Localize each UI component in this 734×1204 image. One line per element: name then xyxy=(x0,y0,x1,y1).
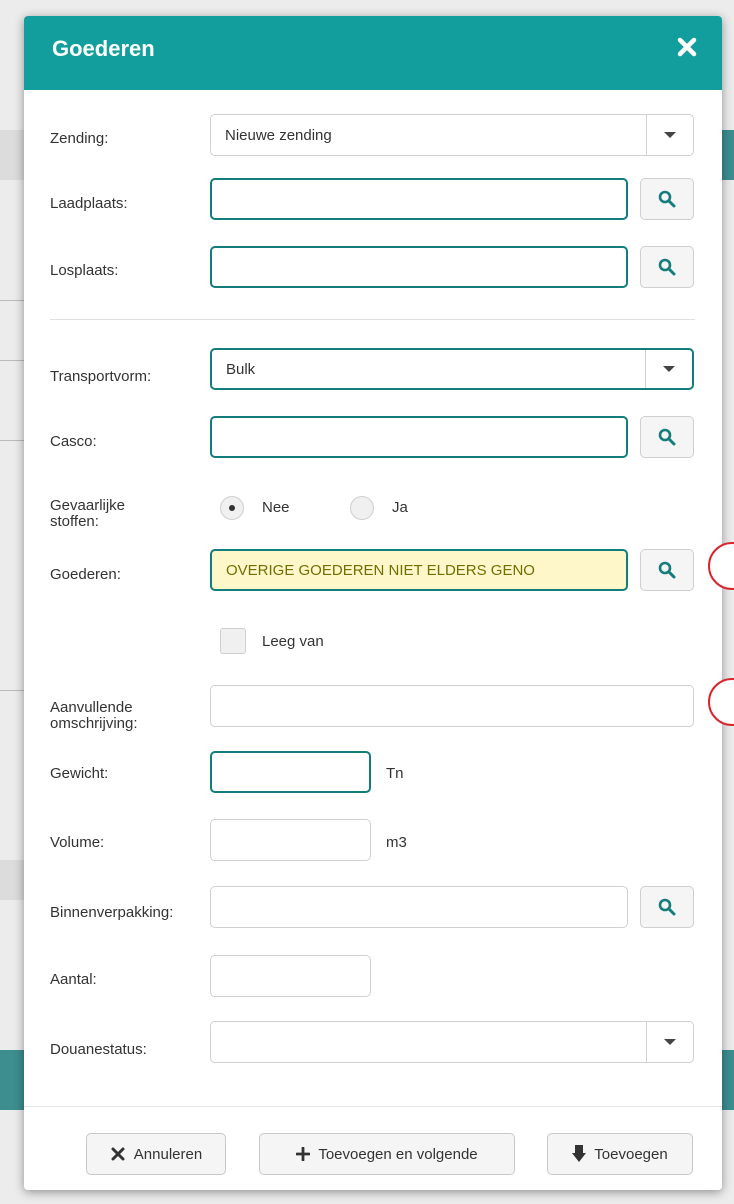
losplaats-input[interactable] xyxy=(210,246,628,288)
dialog-header: Goederen xyxy=(24,16,722,90)
zending-select[interactable]: Nieuwe zending xyxy=(210,114,694,156)
goederen-input[interactable] xyxy=(210,549,628,591)
transportvorm-dropdown-toggle[interactable] xyxy=(645,350,692,388)
background-divider xyxy=(0,440,24,441)
search-icon xyxy=(658,898,676,916)
zending-label: Zending: xyxy=(50,130,109,147)
losplaats-label: Losplaats: xyxy=(50,262,119,279)
radio-nee[interactable] xyxy=(220,496,244,520)
binnenverpakking-input[interactable] xyxy=(210,886,628,928)
laadplaats-label: Laadplaats: xyxy=(50,195,128,212)
close-x-icon xyxy=(111,1147,125,1161)
background-divider xyxy=(0,690,24,691)
chevron-down-icon xyxy=(664,132,676,138)
gewicht-label: Gewicht: xyxy=(50,765,109,782)
casco-label: Casco: xyxy=(50,433,97,450)
gevaarlijke-stoffen-label: Gevaarlijke stoffen: xyxy=(50,497,126,530)
plus-icon xyxy=(296,1147,311,1161)
goederen-dialog: Goederen Zending: Nieuwe zending Laadpla… xyxy=(24,16,722,1190)
leeg-van-label: Leeg van xyxy=(262,633,324,650)
chevron-down-icon xyxy=(664,1039,676,1045)
douanestatus-label: Douanestatus: xyxy=(50,1041,147,1058)
casco-search-button[interactable] xyxy=(640,416,694,458)
background-fragment xyxy=(722,1050,734,1110)
zending-dropdown-toggle[interactable] xyxy=(646,115,693,155)
background-fragment xyxy=(0,1050,24,1110)
add-and-next-button[interactable]: Toevoegen en volgende xyxy=(259,1133,515,1175)
radio-ja-label: Ja xyxy=(392,499,408,516)
search-icon xyxy=(658,190,676,208)
dialog-title: Goederen xyxy=(52,36,155,61)
download-arrow-icon xyxy=(572,1145,587,1162)
douanestatus-select[interactable] xyxy=(210,1021,694,1063)
transportvorm-selected-value: Bulk xyxy=(226,360,256,378)
leeg-van-checkbox[interactable] xyxy=(220,628,246,654)
aantal-label: Aantal: xyxy=(50,971,97,988)
gewicht-unit: Tn xyxy=(386,765,404,782)
background-fragment xyxy=(722,130,734,180)
casco-input[interactable] xyxy=(210,416,628,458)
zending-selected-value: Nieuwe zending xyxy=(225,126,332,144)
background-fragment xyxy=(0,130,24,180)
background-divider xyxy=(0,360,24,361)
volume-input[interactable] xyxy=(210,819,371,861)
volume-label: Volume: xyxy=(50,834,105,851)
cancel-button-label: Annuleren xyxy=(133,1145,203,1163)
radio-nee-label: Nee xyxy=(262,499,290,516)
gewicht-input[interactable] xyxy=(210,751,371,793)
laadplaats-search-button[interactable] xyxy=(640,178,694,220)
search-icon xyxy=(658,561,676,579)
chevron-down-icon xyxy=(663,366,675,372)
transportvorm-select[interactable]: Bulk xyxy=(210,348,694,390)
background-fragment xyxy=(0,860,24,900)
transportvorm-label: Transportvorm: xyxy=(50,368,152,385)
search-icon xyxy=(658,258,676,276)
volume-unit: m3 xyxy=(386,834,407,851)
dialog-footer: Annuleren Toevoegen en volgende Toevoege… xyxy=(24,1106,722,1190)
add-button[interactable]: Toevoegen xyxy=(547,1133,693,1175)
radio-ja[interactable] xyxy=(350,496,374,520)
goederen-label: Goederen: xyxy=(50,566,121,583)
laadplaats-input[interactable] xyxy=(210,178,628,220)
cancel-button[interactable]: Annuleren xyxy=(86,1133,226,1175)
aantal-input[interactable] xyxy=(210,955,371,997)
radio-selected-dot xyxy=(229,505,235,511)
goederen-search-button[interactable] xyxy=(640,549,694,591)
binnenverpakking-label: Binnenverpakking: xyxy=(50,904,174,921)
add-and-next-button-label: Toevoegen en volgende xyxy=(318,1145,478,1163)
aanvullende-omschrijving-label: Aanvullende omschrijving: xyxy=(50,699,138,732)
section-divider xyxy=(50,319,695,320)
douanestatus-dropdown-toggle[interactable] xyxy=(646,1022,693,1062)
search-icon xyxy=(658,428,676,446)
close-icon[interactable] xyxy=(674,34,700,60)
background-divider xyxy=(0,300,24,301)
add-button-label: Toevoegen xyxy=(594,1145,668,1163)
binnenverpakking-search-button[interactable] xyxy=(640,886,694,928)
aanvullende-omschrijving-input[interactable] xyxy=(210,685,694,727)
losplaats-search-button[interactable] xyxy=(640,246,694,288)
